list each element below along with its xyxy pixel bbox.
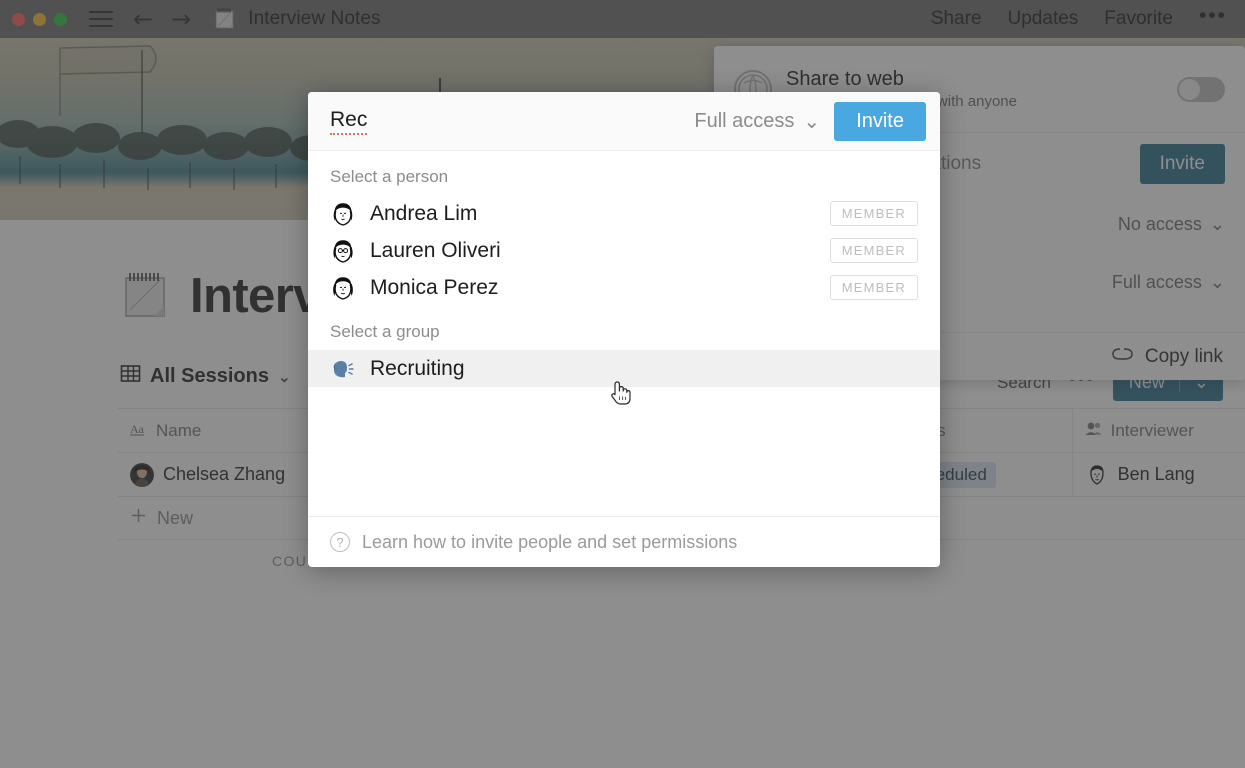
mouse-cursor <box>608 378 634 408</box>
person-option-lauren-oliveri[interactable]: Lauren Oliveri MEMBER <box>308 232 940 269</box>
modal-body: Select a person Andrea Lim MEMBER <box>308 151 940 516</box>
select-person-label: Select a person <box>308 151 940 195</box>
group-name: Recruiting <box>370 357 465 381</box>
invite-button[interactable]: Invite <box>834 102 926 141</box>
speaking-head-emoji <box>330 356 356 382</box>
help-link[interactable]: Learn how to invite people and set permi… <box>362 532 737 553</box>
person-option-andrea-lim[interactable]: Andrea Lim MEMBER <box>308 195 940 232</box>
modal-header: Rec Full access ⌄ Invite <box>308 92 940 151</box>
access-level-selector[interactable]: Full access ⌄ <box>694 109 820 134</box>
select-group-label: Select a group <box>308 306 940 350</box>
person-name: Andrea Lim <box>370 202 477 226</box>
person-name: Monica Perez <box>370 276 498 300</box>
avatar <box>330 201 356 227</box>
role-badge: MEMBER <box>830 238 918 263</box>
chevron-down-icon: ⌄ <box>803 109 820 134</box>
person-search-field[interactable]: Rec <box>330 108 680 135</box>
search-input-value: Rec <box>330 108 367 135</box>
invite-modal: Rec Full access ⌄ Invite Select a person <box>308 92 940 567</box>
avatar <box>330 238 356 264</box>
role-badge: MEMBER <box>830 201 918 226</box>
screen: Interview All Sessions ⌄ Search ••• <box>0 0 1245 768</box>
access-level-label: Full access <box>694 110 794 133</box>
person-name: Lauren Oliveri <box>370 239 501 263</box>
avatar <box>330 275 356 301</box>
modal-footer: ? Learn how to invite people and set per… <box>308 516 940 567</box>
person-option-monica-perez[interactable]: Monica Perez MEMBER <box>308 269 940 306</box>
role-badge: MEMBER <box>830 275 918 300</box>
question-circle-icon: ? <box>330 532 350 552</box>
